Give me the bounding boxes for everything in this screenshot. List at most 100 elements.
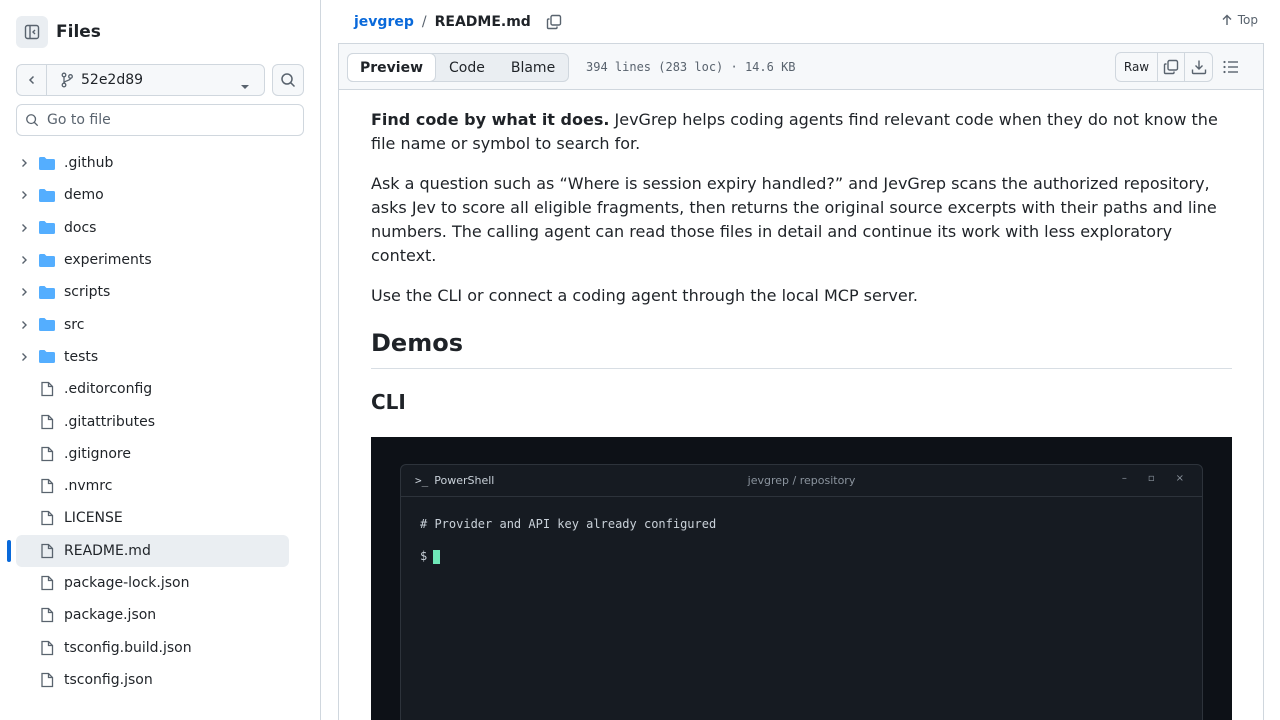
- copy-raw-button[interactable]: [1158, 53, 1185, 81]
- tab-code[interactable]: Code: [436, 54, 498, 81]
- terminal-window: >_ PowerShell jevgrep / repository – ▫ ×…: [400, 464, 1203, 720]
- terminal-line: $: [420, 543, 1183, 575]
- file-icon: [38, 672, 56, 688]
- chevron-right-icon[interactable]: [16, 284, 32, 300]
- download-icon: [1191, 60, 1206, 75]
- file-viewer: Preview Code Blame 394 lines (283 loc) ·…: [338, 44, 1264, 720]
- file-icon: [38, 446, 56, 462]
- go-to-file-input[interactable]: [47, 112, 287, 128]
- tab-preview[interactable]: Preview: [347, 53, 437, 82]
- readme-intro-bold: Find code by what it does.: [371, 110, 610, 129]
- tree-item-label: demo: [64, 187, 104, 204]
- tree-item-label: .github: [64, 155, 114, 172]
- chevron-right-icon[interactable]: [16, 187, 32, 203]
- terminal-body: # Provider and API key already configure…: [401, 497, 1202, 589]
- back-button[interactable]: [17, 65, 47, 95]
- tree-folder[interactable]: experiments: [16, 244, 289, 276]
- collapse-sidebar-button[interactable]: [16, 16, 48, 48]
- terminal-title: jevgrep / repository: [747, 474, 856, 487]
- tree-file[interactable]: .editorconfig: [16, 373, 289, 405]
- chevron-right-icon[interactable]: [16, 349, 32, 365]
- outline-button[interactable]: [1221, 58, 1241, 76]
- back-to-top-link[interactable]: Top: [1221, 13, 1258, 27]
- file-icon: [38, 510, 56, 526]
- top-label: Top: [1237, 13, 1258, 27]
- tree-folder[interactable]: .github: [16, 147, 289, 179]
- tree-item-label: tsconfig.build.json: [64, 639, 192, 656]
- file-icon: [38, 575, 56, 591]
- tree-file[interactable]: README.md: [7, 534, 289, 567]
- breadcrumb-repo-link[interactable]: jevgrep: [354, 14, 414, 30]
- go-to-file-field[interactable]: [16, 104, 304, 136]
- demo-terminal-image: >_ PowerShell jevgrep / repository – ▫ ×…: [371, 437, 1232, 720]
- copy-path-button[interactable]: [545, 13, 563, 31]
- tree-item-label: tests: [64, 348, 99, 365]
- tree-file[interactable]: package.json: [16, 599, 289, 631]
- breadcrumb-separator: /: [421, 13, 427, 30]
- branch-row: 52e2d89: [16, 64, 304, 96]
- raw-button[interactable]: Raw: [1116, 53, 1158, 81]
- tree-file[interactable]: .nvmrc: [16, 470, 289, 502]
- chevron-left-icon: [28, 75, 34, 85]
- folder-icon: [38, 317, 56, 333]
- file-icon: [38, 640, 56, 656]
- tree-item-label: LICENSE: [64, 510, 123, 527]
- chevron-right-icon[interactable]: [16, 252, 32, 268]
- file-toolbar: Preview Code Blame 394 lines (283 loc) ·…: [339, 44, 1263, 90]
- tree-file[interactable]: tsconfig.json: [16, 664, 289, 696]
- tree-folder[interactable]: docs: [16, 212, 289, 244]
- caret-down-icon: [240, 76, 250, 95]
- terminal-titlebar: >_ PowerShell jevgrep / repository – ▫ ×: [401, 465, 1202, 497]
- sidebar-header: Files: [16, 16, 306, 48]
- readme-paragraph: Use the CLI or connect a coding agent th…: [371, 286, 918, 305]
- search-icon: [281, 73, 296, 88]
- readme-paragraph: Ask a question such as “Where is session…: [371, 174, 1217, 265]
- folder-icon: [38, 349, 56, 365]
- tree-folder[interactable]: tests: [16, 341, 289, 373]
- tree-item-label: .gitignore: [64, 445, 131, 462]
- copy-icon: [1163, 59, 1179, 75]
- tree-item-label: package.json: [64, 607, 157, 624]
- tree-file[interactable]: package-lock.json: [16, 567, 289, 599]
- download-button[interactable]: [1185, 53, 1212, 81]
- git-branch-icon: [59, 72, 75, 88]
- maximize-icon: ▫: [1147, 473, 1155, 484]
- list-unordered-icon: [1223, 60, 1238, 74]
- tree-folder[interactable]: src: [16, 308, 289, 340]
- search-files-button[interactable]: [272, 64, 304, 96]
- tree-file[interactable]: LICENSE: [16, 502, 289, 534]
- file-stats: 394 lines (283 loc) · 14.6 KB: [586, 60, 796, 74]
- terminal-cursor: [433, 549, 441, 564]
- folder-icon: [38, 220, 56, 236]
- folder-icon: [38, 187, 56, 203]
- tree-file[interactable]: .gitattributes: [16, 405, 289, 437]
- view-mode-tabs: Preview Code Blame: [347, 53, 570, 82]
- terminal-prompt: $: [420, 549, 428, 563]
- file-icon: [38, 478, 56, 494]
- chevron-right-icon[interactable]: [16, 317, 32, 333]
- minimize-icon: –: [1121, 473, 1127, 484]
- file-tree-sidebar: Files 52e2d89 Go to file .github demo do…: [0, 0, 321, 720]
- chevron-right-icon[interactable]: [16, 155, 32, 171]
- sidebar-collapse-icon: [24, 24, 40, 40]
- tree-item-label: docs: [64, 219, 97, 236]
- tree-item-label: README.md: [64, 542, 151, 559]
- tab-blame[interactable]: Blame: [498, 54, 568, 81]
- chevron-right-icon[interactable]: [16, 220, 32, 236]
- tree-file[interactable]: .gitignore: [16, 438, 289, 470]
- tree-folder[interactable]: scripts: [16, 276, 289, 308]
- tree-folder[interactable]: demo: [16, 179, 289, 211]
- breadcrumb-file: README.md: [434, 13, 531, 30]
- folder-icon: [38, 252, 56, 268]
- tree-item-label: src: [64, 316, 85, 333]
- branch-selector[interactable]: 52e2d89: [16, 64, 265, 96]
- tree-file[interactable]: tsconfig.build.json: [16, 631, 289, 663]
- arrow-up-icon: [1222, 14, 1232, 25]
- tree-item-label: tsconfig.json: [64, 671, 153, 688]
- readme-intro: Find code by what it does. JevGrep helps…: [371, 108, 1232, 156]
- terminal-window-controls: – ▫ ×: [1122, 473, 1184, 484]
- tree-item-label: .editorconfig: [64, 381, 153, 398]
- file-actions: Raw: [1115, 52, 1213, 82]
- sidebar-title: Files: [56, 22, 101, 42]
- file-tree: .github demo docs experiments scripts src test…: [7, 147, 289, 696]
